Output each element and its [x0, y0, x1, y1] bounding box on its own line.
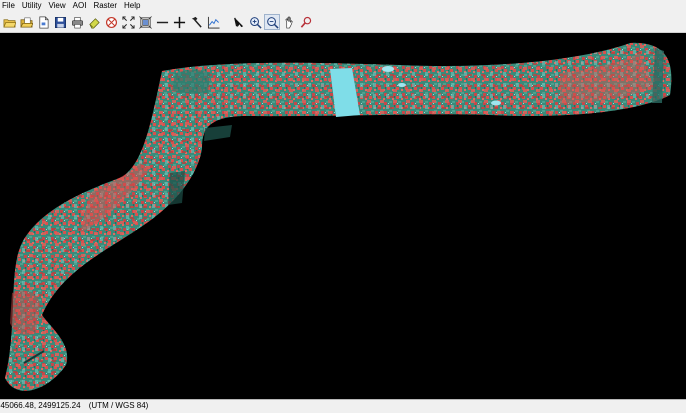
toolbar: [0, 12, 686, 33]
crosshair-icon[interactable]: [172, 15, 186, 29]
water-pond: [382, 66, 394, 72]
eraser-icon[interactable]: [87, 15, 101, 29]
dark-field-2: [168, 171, 185, 205]
hammer-icon[interactable]: [189, 15, 203, 29]
water-pond-2: [491, 100, 501, 106]
urban-patch: [172, 70, 210, 94]
inquire-icon[interactable]: [299, 15, 313, 29]
menu-raster[interactable]: Raster: [91, 0, 122, 12]
line-icon[interactable]: [155, 15, 169, 29]
menu-view[interactable]: View: [46, 0, 70, 12]
fit-extent-icon[interactable]: [121, 15, 135, 29]
save-icon[interactable]: [53, 15, 67, 29]
print-icon[interactable]: [70, 15, 84, 29]
coordinate-readout: 545066.48, 2499125.24: [0, 401, 81, 410]
menu-file[interactable]: File: [0, 0, 20, 12]
pointer-arrow-icon[interactable]: [231, 15, 245, 29]
vegetation-patch-south: [10, 290, 40, 335]
image-viewer[interactable]: [0, 33, 686, 399]
water-pond-3: [398, 83, 406, 87]
clear-view-icon[interactable]: [104, 15, 118, 29]
menu-aoi[interactable]: AOI: [71, 0, 92, 12]
dark-field: [204, 125, 232, 141]
pan-hand-icon[interactable]: [282, 15, 296, 29]
zoom-out-icon[interactable]: [264, 14, 280, 30]
open-folder-icon[interactable]: [2, 15, 16, 29]
new-document-icon[interactable]: [36, 15, 50, 29]
river-corridor: [5, 42, 672, 391]
zoom-to-data-icon[interactable]: [138, 15, 152, 29]
menu-utility[interactable]: Utility: [20, 0, 47, 12]
menu-bar: File Utility View AOI Raster Help: [0, 0, 686, 12]
satellite-image: [5, 42, 672, 391]
status-bar: 545066.48, 2499125.24 (UTM / WGS 84): [0, 399, 686, 413]
projection-label: (UTM / WGS 84): [88, 401, 149, 410]
open-file-icon[interactable]: [19, 15, 33, 29]
menu-help[interactable]: Help: [122, 0, 145, 12]
profile-chart-icon[interactable]: [206, 15, 220, 29]
zoom-in-icon[interactable]: [248, 15, 262, 29]
